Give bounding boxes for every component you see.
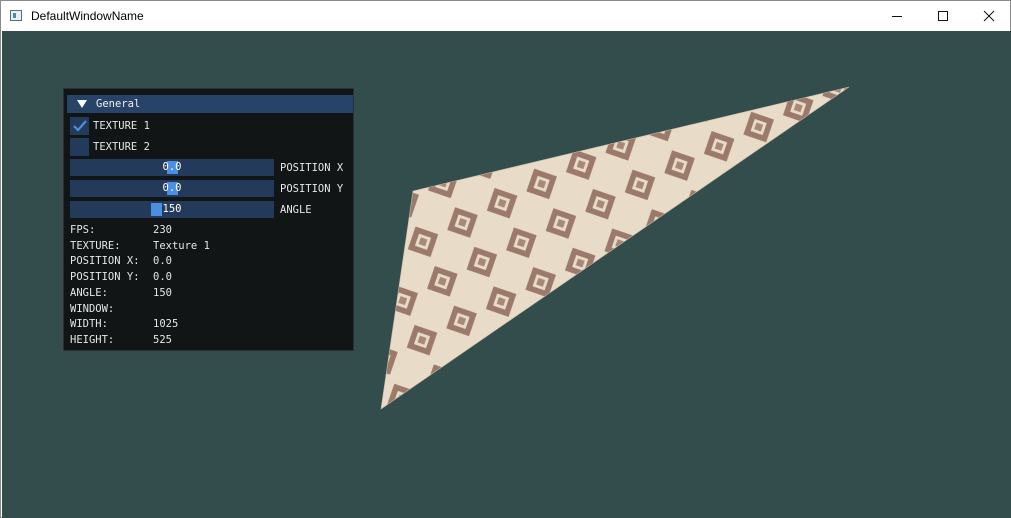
header-label: General	[96, 98, 141, 110]
slider-label: ANGLE	[280, 204, 312, 216]
close-icon	[983, 10, 995, 22]
checkbox-texture-1[interactable]	[70, 117, 89, 135]
slider-label: POSITION Y	[280, 183, 344, 195]
checkbox-label: TEXTURE 1	[93, 120, 150, 132]
position-y-slider[interactable]: 0.0	[70, 180, 274, 197]
app-icon	[10, 10, 22, 21]
render-viewport: General TEXTURE 1 TEXTURE 2 0.0 POSITION X…	[2, 31, 1011, 518]
minimize-button[interactable]	[874, 1, 920, 31]
stat-key: ANGLE:	[70, 286, 108, 299]
stat-key: POSITION Y:	[70, 271, 140, 284]
stat-value: 525	[153, 333, 172, 346]
maximize-button[interactable]	[920, 1, 966, 31]
title-bar[interactable]: DefaultWindowName	[1, 1, 1010, 31]
stat-value: Texture 1	[153, 239, 210, 252]
angle-slider[interactable]: 150	[70, 201, 274, 218]
general-header[interactable]: General	[67, 95, 353, 113]
checkmark-icon	[72, 120, 87, 132]
slider-value: 150	[162, 203, 182, 215]
window-title: DefaultWindowName	[31, 9, 144, 23]
close-button[interactable]	[966, 1, 1011, 31]
slider-label: POSITION X	[280, 162, 344, 174]
maximize-icon	[938, 11, 948, 21]
collapse-arrow-icon[interactable]	[77, 100, 87, 108]
stat-key: WIDTH:	[70, 318, 108, 331]
stat-value: 0.0	[153, 255, 172, 268]
stat-key: HEIGHT:	[70, 333, 115, 346]
stat-key: TEXTURE:	[70, 239, 121, 252]
debug-panel: General TEXTURE 1 TEXTURE 2 0.0 POSITION X…	[63, 88, 354, 351]
stat-value: 1025	[153, 318, 179, 331]
stat-value: 0.0	[153, 271, 172, 284]
app-window: DefaultWindowName General TEXTURE 1 TEXT…	[0, 0, 1011, 518]
stat-key: WINDOW:	[70, 302, 115, 315]
slider-value: 0.0	[162, 161, 182, 173]
stat-key: POSITION X:	[70, 255, 140, 268]
stat-value: 150	[153, 286, 172, 299]
stat-key: FPS:	[70, 224, 96, 236]
minimize-icon	[892, 16, 902, 17]
checkbox-texture-2[interactable]	[70, 138, 89, 156]
checkbox-label: TEXTURE 2	[93, 141, 150, 153]
position-x-slider[interactable]: 0.0	[70, 159, 274, 176]
slider-value: 0.0	[162, 182, 182, 194]
stat-value: 230	[153, 224, 172, 236]
